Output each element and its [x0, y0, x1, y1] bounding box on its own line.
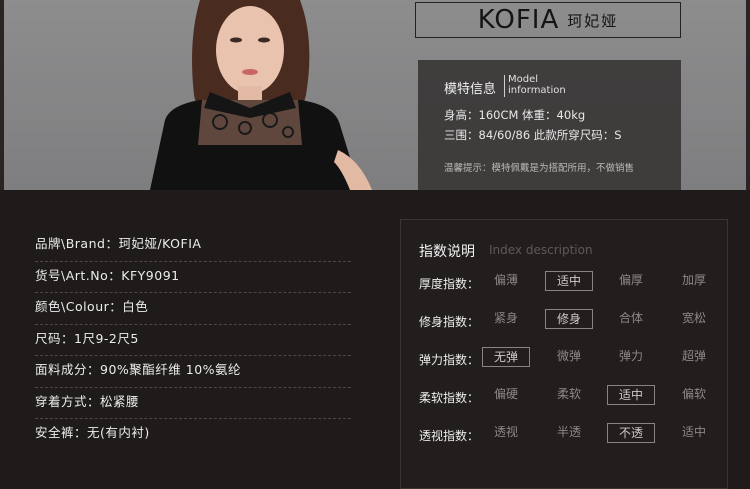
index-description-panel: 指数说明 Index description 厚度指数： 偏薄 适中 偏厚 加厚 修身指数… [400, 219, 728, 489]
model-photo-band: KOFIA 珂妃娅 模特信息 Model information 身高：160C… [0, 0, 750, 190]
index-row: 柔软指数： 偏硬 柔软 适中 偏软 [401, 385, 729, 409]
index-option-selected: 不透 [607, 423, 655, 443]
spec-brand: 品牌\Brand：珂妃娅/KOFIA [35, 230, 351, 262]
model-info-subtitle-line1: Model [508, 74, 539, 85]
spec-safety-shorts: 安全裤：无(有内衬) [35, 425, 150, 440]
index-row-label: 透视指数： [419, 429, 480, 443]
model-info-title: 模特信息 [444, 82, 497, 97]
index-option: 偏厚 [618, 273, 643, 287]
index-option-selected: 修身 [545, 309, 593, 329]
model-info-subtitle: Model information [508, 74, 566, 96]
spec-fabric: 面料成分：90%聚酯纤维 10%氨纶 [35, 356, 351, 388]
index-option: 微弹 [556, 349, 581, 363]
index-title: 指数说明 [419, 244, 475, 260]
model-info-panel: 模特信息 Model information 身高：160CM 体重：40kg … [418, 60, 681, 190]
model-photo [150, 0, 372, 190]
index-option-selected: 无弹 [482, 347, 530, 367]
index-row-label: 厚度指数： [419, 277, 480, 291]
index-option: 透视 [493, 425, 518, 439]
model-height-weight: 身高：160CM 体重：40kg [444, 108, 586, 122]
brand-logo-box: KOFIA 珂妃娅 [415, 2, 681, 38]
index-option: 弹力 [618, 349, 643, 363]
index-option: 偏软 [681, 387, 706, 401]
index-row-label: 弹力指数： [419, 353, 480, 367]
index-option: 超弹 [681, 349, 706, 363]
brand-name-english: KOFIA [477, 5, 560, 35]
index-row: 透视指数： 透视 半透 不透 适中 [401, 423, 729, 447]
index-option: 适中 [681, 425, 706, 439]
index-option: 偏硬 [493, 387, 518, 401]
index-row-label: 柔软指数： [419, 391, 480, 405]
model-measurements-size: 三围：84/60/86 此款所穿尺码：S [444, 128, 622, 142]
index-row: 厚度指数： 偏薄 适中 偏厚 加厚 [401, 271, 729, 295]
index-option: 合体 [618, 311, 643, 325]
index-row: 弹力指数： 无弹 微弹 弹力 超弹 [401, 347, 729, 371]
index-subtitle: Index description [489, 243, 593, 257]
product-specs-list: 品牌\Brand：珂妃娅/KOFIA 货号\Art.No：KFY9091 颜色\… [35, 230, 351, 451]
brand-name-chinese: 珂妃娅 [567, 11, 619, 30]
spec-art-no: 货号\Art.No：KFY9091 [35, 262, 351, 293]
model-info-note: 温馨提示：模特佩戴是为搭配所用，不做销售 [444, 163, 635, 174]
index-option-selected: 适中 [607, 385, 655, 405]
index-option: 紧身 [493, 311, 518, 325]
index-option: 柔软 [556, 387, 581, 401]
spec-colour: 颜色\Colour：白色 [35, 293, 351, 325]
photo-right-border [746, 0, 750, 190]
index-row: 修身指数： 紧身 修身 合体 宽松 [401, 309, 729, 333]
model-info-subtitle-line2: information [508, 85, 566, 96]
index-option-selected: 适中 [545, 271, 593, 291]
index-row-label: 修身指数： [419, 315, 480, 329]
spec-wearing-style: 穿着方式：松紧腰 [35, 388, 351, 419]
photo-left-border [0, 0, 4, 190]
model-info-divider [504, 75, 505, 97]
index-option: 偏薄 [493, 273, 518, 287]
index-option: 加厚 [681, 273, 706, 287]
spec-size: 尺码：1尺9-2尺5 [35, 325, 351, 356]
index-option: 宽松 [681, 311, 706, 325]
index-option: 半透 [556, 425, 581, 439]
